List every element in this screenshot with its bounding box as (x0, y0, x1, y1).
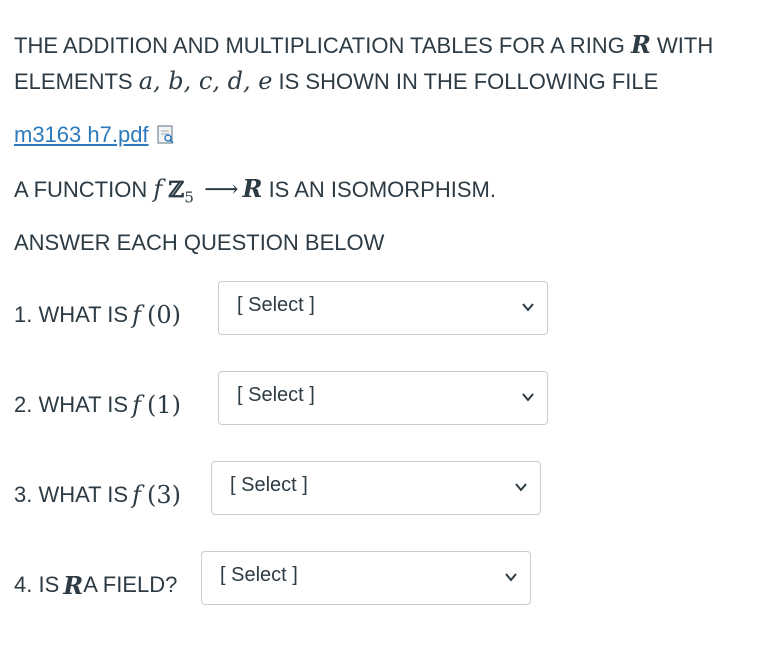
ring-symbol: R (63, 570, 84, 600)
question-4: 4. IS R A FIELD? (14, 568, 177, 602)
intro-text-end: WITH (650, 33, 714, 58)
question-text-end: A FIELD? (83, 572, 178, 597)
file-link[interactable]: m3163 h7.pdf (14, 122, 149, 147)
ring-elements: a, b, c, d, e (138, 67, 273, 95)
instruction: ANSWER EACH QUESTION BELOW (14, 230, 385, 255)
select-value: [ Select ] (237, 384, 315, 406)
intro-text: THE ADDITION AND MULTIPLICATION TABLES F… (14, 33, 631, 58)
intro-text-2-end: IS SHOWN IN THE FOLLOWING FILE (272, 69, 659, 94)
chevron-down-icon (522, 303, 534, 312)
function-symbol: f (132, 391, 141, 419)
chevron-down-icon (505, 573, 517, 582)
intro-elements-label: ELEMENTS (14, 69, 139, 94)
question-text: 3. WHAT IS (14, 482, 129, 507)
function-text-end: IS AN ISOMORPHISM. (262, 177, 496, 202)
answer-select-4[interactable]: [ Select ] (201, 551, 531, 605)
select-value: [ Select ] (220, 564, 298, 586)
question-3: 3. WHAT IS f (3) (14, 478, 181, 512)
chevron-down-icon (515, 483, 527, 492)
codomain-symbol: R (242, 174, 263, 203)
file-attachment: m3163 h7.pdf (14, 120, 175, 150)
select-value: [ Select ] (237, 294, 315, 316)
function-symbol: f (132, 481, 141, 509)
question-text: 2. WHAT IS (14, 392, 129, 417)
select-value: [ Select ] (230, 474, 308, 496)
answer-select-1[interactable]: [ Select ] (218, 281, 548, 335)
function-symbol: f (153, 175, 163, 203)
function-symbol: f (132, 301, 141, 329)
document-preview-icon[interactable] (156, 123, 175, 144)
domain-subscript: 5 (184, 188, 194, 207)
intro-line-2: ELEMENTS a, b, c, d, e IS SHOWN IN THE F… (14, 66, 658, 97)
question-text: 4. IS (14, 572, 60, 597)
question-text: 1. WHAT IS (14, 302, 129, 327)
arrow-icon: ⟶ (204, 175, 239, 203)
intro-line-1: THE ADDITION AND MULTIPLICATION TABLES F… (14, 30, 713, 61)
function-text: A FUNCTION (14, 177, 154, 202)
function-argument: (3) (146, 481, 181, 509)
question-2: 2. WHAT IS f (1) (14, 388, 181, 422)
domain-symbol: ℤ (168, 177, 185, 203)
answer-select-2[interactable]: [ Select ] (218, 371, 548, 425)
question-1: 1. WHAT IS f (0) (14, 298, 181, 332)
function-argument: (1) (146, 391, 181, 419)
function-statement: A FUNCTION f ℤ5 ⟶ R IS AN ISOMORPHISM. (14, 174, 496, 212)
function-argument: (0) (146, 301, 181, 329)
ring-symbol: R (630, 30, 651, 59)
answer-select-3[interactable]: [ Select ] (211, 461, 541, 515)
chevron-down-icon (522, 393, 534, 402)
